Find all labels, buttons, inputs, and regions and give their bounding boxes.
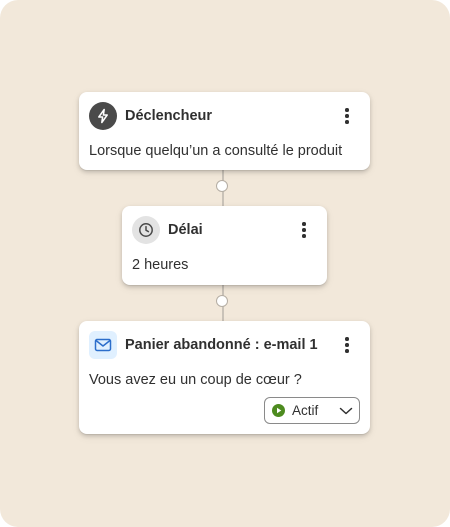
dot (345, 343, 349, 347)
dot (302, 234, 306, 238)
status-select[interactable]: Actif (264, 397, 360, 424)
delay-value: 2 heures (132, 257, 189, 273)
chevron-down-icon (339, 407, 353, 415)
card-header: Panier abandonné : e-mail 1 (89, 331, 318, 359)
delay-card[interactable]: Délai 2 heures (122, 206, 327, 285)
more-actions-button[interactable] (337, 335, 357, 355)
dot (345, 337, 349, 341)
dot (302, 228, 306, 232)
add-step-node[interactable] (216, 295, 228, 307)
delay-title: Délai (168, 222, 203, 238)
play-icon (272, 404, 285, 417)
lightning-icon (89, 102, 117, 130)
dot (345, 114, 349, 118)
email-title: Panier abandonné : e-mail 1 (125, 337, 318, 353)
card-header: Délai (132, 216, 203, 244)
dot (302, 222, 306, 226)
email-card[interactable]: Panier abandonné : e-mail 1 Vous avez eu… (79, 321, 370, 434)
dot (345, 349, 349, 353)
add-step-node[interactable] (216, 180, 228, 192)
mail-icon (89, 331, 117, 359)
email-subject: Vous avez eu un coup de cœur ? (89, 372, 302, 388)
trigger-card[interactable]: Déclencheur Lorsque quelqu’un a consulté… (79, 92, 370, 170)
more-actions-button[interactable] (337, 106, 357, 126)
dot (345, 108, 349, 112)
trigger-description: Lorsque quelqu’un a consulté le produit (89, 143, 343, 159)
status-label: Actif (292, 403, 319, 418)
more-actions-button[interactable] (294, 220, 314, 240)
clock-icon (132, 216, 160, 244)
dot (345, 120, 349, 124)
trigger-title: Déclencheur (125, 108, 213, 124)
card-header: Déclencheur (89, 102, 212, 130)
